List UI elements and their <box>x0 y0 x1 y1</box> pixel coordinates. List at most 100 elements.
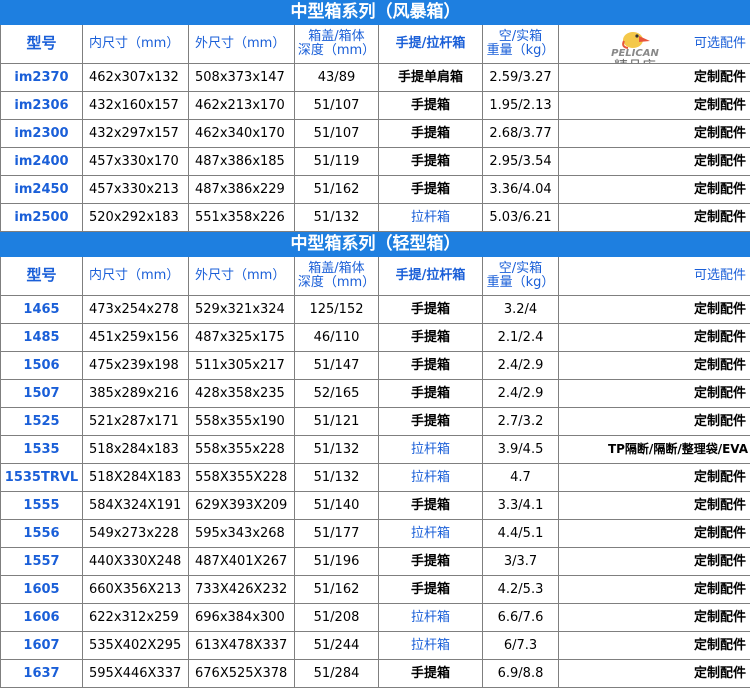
table-row: 1605 660X356X213 733X426X232 51/162 手提箱 4.2/5… <box>0 575 750 604</box>
weight-cell: 6/7.3 <box>482 631 559 660</box>
accessories-cell: TP隔断/隔断/整理袋/EVA <box>557 435 750 464</box>
handle-type-cell: 手提箱 <box>378 491 483 520</box>
table-row: 1506 475x239x198 511x305x217 51/147 手提箱 2.4/2… <box>0 351 750 380</box>
outer-size-cell: 629X393X209 <box>188 491 295 520</box>
lid-depth-cell: 51/147 <box>294 351 379 380</box>
section-title: 中型箱系列（轻型箱） <box>0 232 750 257</box>
lid-depth-cell: 51/162 <box>294 175 379 204</box>
table-row: im2300 432x297x157 462x340x170 51/107 手提箱 2.6… <box>0 119 750 148</box>
weight-cell: 4.2/5.3 <box>482 575 559 604</box>
header-outer-size: 外尺寸（mm） <box>188 24 295 64</box>
model-cell: 1465 <box>0 295 83 324</box>
inner-size-cell: 432x297x157 <box>82 119 189 148</box>
accessories-cell: 定制配件 <box>557 147 750 176</box>
model-cell: 1605 <box>0 575 83 604</box>
header-accessories: 可选配件PELICAN精品店 <box>557 24 750 64</box>
accessories-cell: 定制配件 <box>557 547 750 576</box>
handle-type-cell: 手提箱 <box>378 323 483 352</box>
model-cell: 1557 <box>0 547 83 576</box>
table-row: 1535 518x284x183 558x355x228 51/132 拉杆箱 3.9/4… <box>0 435 750 464</box>
handle-type-cell: 拉杆箱 <box>378 631 483 660</box>
handle-type-cell: 手提箱 <box>378 147 483 176</box>
inner-size-cell: 660X356X213 <box>82 575 189 604</box>
accessories-cell: 定制配件 <box>557 203 750 232</box>
inner-size-cell: 535X402X295 <box>82 631 189 660</box>
lid-depth-cell: 51/284 <box>294 659 379 688</box>
model-cell: 1555 <box>0 491 83 520</box>
weight-cell: 3.36/4.04 <box>482 175 559 204</box>
weight-cell: 4.4/5.1 <box>482 519 559 548</box>
accessories-cell: 定制配件 <box>557 407 750 436</box>
inner-size-cell: 595X446X337 <box>82 659 189 688</box>
section-title-row: 中型箱系列（轻型箱） <box>0 232 750 257</box>
header-inner-size: 内尺寸（mm） <box>82 24 189 64</box>
weight-cell: 3/3.7 <box>482 547 559 576</box>
inner-size-cell: 518x284x183 <box>82 435 189 464</box>
outer-size-cell: 462x340x170 <box>188 119 295 148</box>
table-row: im2500 520x292x183 551x358x226 51/132 拉杆箱 5.0… <box>0 203 750 232</box>
outer-size-cell: 487x386x185 <box>188 147 295 176</box>
table-row: im2450 457x330x213 487x386x229 51/162 手提箱 3.3… <box>0 175 750 204</box>
weight-cell: 2.1/2.4 <box>482 323 559 352</box>
inner-size-cell: 549x273x228 <box>82 519 189 548</box>
table-row: 1485 451x259x156 487x325x175 46/110 手提箱 2.1/2… <box>0 323 750 352</box>
inner-size-cell: 385x289x216 <box>82 379 189 408</box>
outer-size-cell: 595x343x268 <box>188 519 295 548</box>
table-row: 1557 440X330X248 487X401X267 51/196 手提箱 3/3.7… <box>0 547 750 576</box>
inner-size-cell: 521x287x171 <box>82 407 189 436</box>
header-weight: 空/实箱 重量（kg） <box>482 24 559 64</box>
outer-size-cell: 487x325x175 <box>188 323 295 352</box>
header-row: 型号 内尺寸（mm） 外尺寸（mm） 箱盖/箱体 深度（mm） 手提/拉杆箱 空/实箱 重量（… <box>0 24 750 64</box>
model-cell: 1506 <box>0 351 83 380</box>
watermark-brand: PELICAN <box>611 48 659 59</box>
accessories-cell: 定制配件 <box>557 603 750 632</box>
header-handle-type: 手提/拉杆箱 <box>378 24 483 64</box>
table-row: 1556 549x273x228 595x343x268 51/177 拉杆箱 4.4/5… <box>0 519 750 548</box>
table-row: 1637 595X446X337 676X525X378 51/284 手提箱 6.9/8… <box>0 659 750 688</box>
model-cell: im2306 <box>0 91 83 120</box>
accessories-cell: 定制配件 <box>557 575 750 604</box>
accessories-cell: 定制配件 <box>557 659 750 688</box>
accessories-cell: 定制配件 <box>557 323 750 352</box>
handle-type-cell: 手提箱 <box>378 379 483 408</box>
handle-type-cell: 手提箱 <box>378 175 483 204</box>
weight-cell: 3.2/4 <box>482 295 559 324</box>
outer-size-cell: 551x358x226 <box>188 203 295 232</box>
header-handle-type: 手提/拉杆箱 <box>378 256 483 296</box>
outer-size-cell: 696x384x300 <box>188 603 295 632</box>
outer-size-cell: 428x358x235 <box>188 379 295 408</box>
lid-depth-cell: 51/107 <box>294 91 379 120</box>
accessories-cell: 定制配件 <box>557 91 750 120</box>
table-row: 1555 584X324X191 629X393X209 51/140 手提箱 3.3/4… <box>0 491 750 520</box>
handle-type-cell: 手提箱 <box>378 575 483 604</box>
handle-type-cell: 拉杆箱 <box>378 463 483 492</box>
lid-depth-cell: 125/152 <box>294 295 379 324</box>
lid-depth-cell: 51/140 <box>294 491 379 520</box>
header-model: 型号 <box>0 24 83 64</box>
handle-type-cell: 拉杆箱 <box>378 519 483 548</box>
model-cell: 1485 <box>0 323 83 352</box>
model-cell: im2370 <box>0 63 83 92</box>
lid-depth-cell: 51/132 <box>294 203 379 232</box>
handle-type-cell: 手提箱 <box>378 547 483 576</box>
section-title-row: 中型箱系列（风暴箱） <box>0 0 750 25</box>
inner-size-cell: 473x254x278 <box>82 295 189 324</box>
section-title: 中型箱系列（风暴箱） <box>0 0 750 25</box>
pelican-bird-icon <box>622 32 650 49</box>
header-weight: 空/实箱 重量（kg） <box>482 256 559 296</box>
table-row: 1535TRVL 518X284X183 558X355X228 51/132 拉杆箱 4… <box>0 463 750 492</box>
spec-sheet: 中型箱系列（风暴箱） 型号 内尺寸（mm） 外尺寸（mm） 箱盖/箱体 深度（mm） 手提/… <box>0 0 750 688</box>
weight-cell: 6.6/7.6 <box>482 603 559 632</box>
model-cell: im2450 <box>0 175 83 204</box>
lid-depth-cell: 51/119 <box>294 147 379 176</box>
inner-size-cell: 440X330X248 <box>82 547 189 576</box>
header-accessories: 可选配件 <box>557 256 750 296</box>
handle-type-cell: 手提箱 <box>378 407 483 436</box>
accessories-cell: 定制配件 <box>557 295 750 324</box>
header-inner-size: 内尺寸（mm） <box>82 256 189 296</box>
model-cell: 1606 <box>0 603 83 632</box>
model-cell: im2500 <box>0 203 83 232</box>
table-row: 1607 535X402X295 613X478X337 51/244 拉杆箱 6/7.3… <box>0 631 750 660</box>
handle-type-cell: 拉杆箱 <box>378 603 483 632</box>
accessories-cell: 定制配件 <box>557 519 750 548</box>
